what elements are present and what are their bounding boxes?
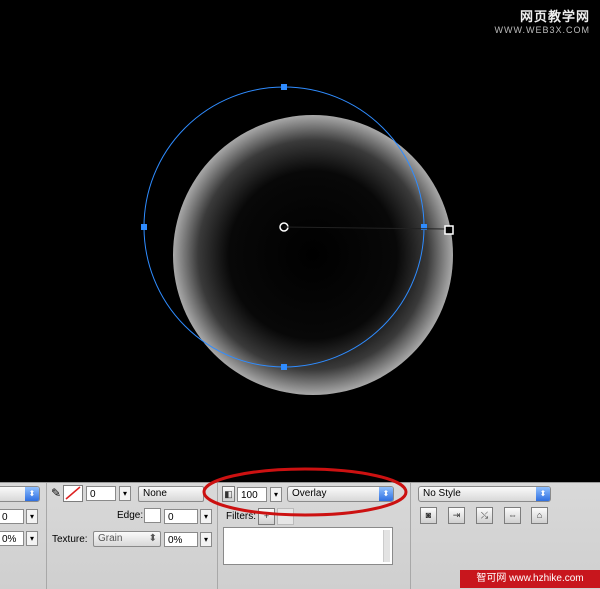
texture-label: Texture: [52, 534, 88, 545]
edge-value-arrow[interactable]: ▾ [200, 509, 212, 524]
left-field-2[interactable]: 0% [0, 531, 24, 546]
handle-top[interactable] [281, 84, 287, 90]
divider [46, 483, 47, 589]
handle-left[interactable] [141, 224, 147, 230]
new-style-icon[interactable]: ◙ [420, 507, 437, 524]
left-dropdown[interactable]: ⬍ [0, 486, 40, 502]
redefine-style-icon[interactable]: ⇥ [448, 507, 465, 524]
left-field-1[interactable]: 0 [0, 509, 24, 524]
canvas-artwork [141, 84, 454, 395]
divider [410, 483, 411, 589]
filters-list[interactable] [223, 527, 393, 565]
texture-amount-arrow[interactable]: ▾ [200, 532, 212, 547]
dropdown-arrows-icon: ⬍ [536, 487, 550, 501]
dropdown-arrows-icon: ⬍ [25, 487, 39, 501]
merge-style-icon[interactable]: ⇔ [504, 507, 521, 524]
stroke-category-dropdown[interactable]: None [138, 486, 204, 502]
detach-style-icon[interactable]: ⤯ [476, 507, 493, 524]
stroke-color-swatch[interactable] [63, 485, 83, 502]
add-filter-button[interactable]: + [258, 508, 275, 525]
document-canvas[interactable]: 网页教学网 WWW.WEB3X.COM [0, 0, 600, 482]
stroke-size-field[interactable]: 0 [86, 486, 116, 501]
style-value: No Style [423, 488, 461, 499]
texture-dropdown[interactable]: Grain ⬍ [93, 531, 161, 547]
pencil-icon: ✎ [51, 486, 62, 500]
dropdown-arrows-icon: ⬍ [148, 533, 157, 544]
filters-label: Filters: [226, 511, 256, 522]
edge-label: Edge: [117, 510, 144, 521]
glowing-orb-shape[interactable] [173, 115, 453, 395]
opacity-arrow[interactable]: ▾ [270, 487, 282, 502]
handle-bottom[interactable] [281, 364, 287, 370]
gradient-end-handle[interactable] [444, 225, 454, 235]
edge-value-field[interactable]: 0 [164, 509, 198, 524]
dropdown-arrows-icon: ⬍ [379, 487, 393, 501]
divider [217, 483, 218, 589]
blend-mode-value: Overlay [292, 488, 327, 499]
left-field-2-arrow[interactable]: ▾ [26, 531, 38, 546]
filters-scrollbar[interactable] [383, 530, 390, 562]
delete-style-icon[interactable]: ⌂ [531, 507, 548, 524]
left-field-1-arrow[interactable]: ▾ [26, 509, 38, 524]
watermark-bottom: 智可网 www.hzhike.com [460, 570, 600, 588]
style-dropdown[interactable]: No Style ⬍ [418, 486, 551, 502]
stroke-category-value: None [143, 488, 167, 499]
edge-type-box[interactable] [144, 508, 161, 523]
stroke-size-arrow[interactable]: ▾ [119, 486, 131, 501]
texture-value: Grain [98, 533, 123, 544]
texture-amount-field[interactable]: 0% [164, 532, 198, 547]
remove-filter-button[interactable] [277, 508, 294, 525]
opacity-field[interactable]: 100 [237, 487, 267, 502]
opacity-icon: ◧ [222, 486, 235, 502]
no-stroke-slash-icon [65, 486, 81, 500]
blend-mode-dropdown[interactable]: Overlay ⬍ [287, 486, 394, 502]
